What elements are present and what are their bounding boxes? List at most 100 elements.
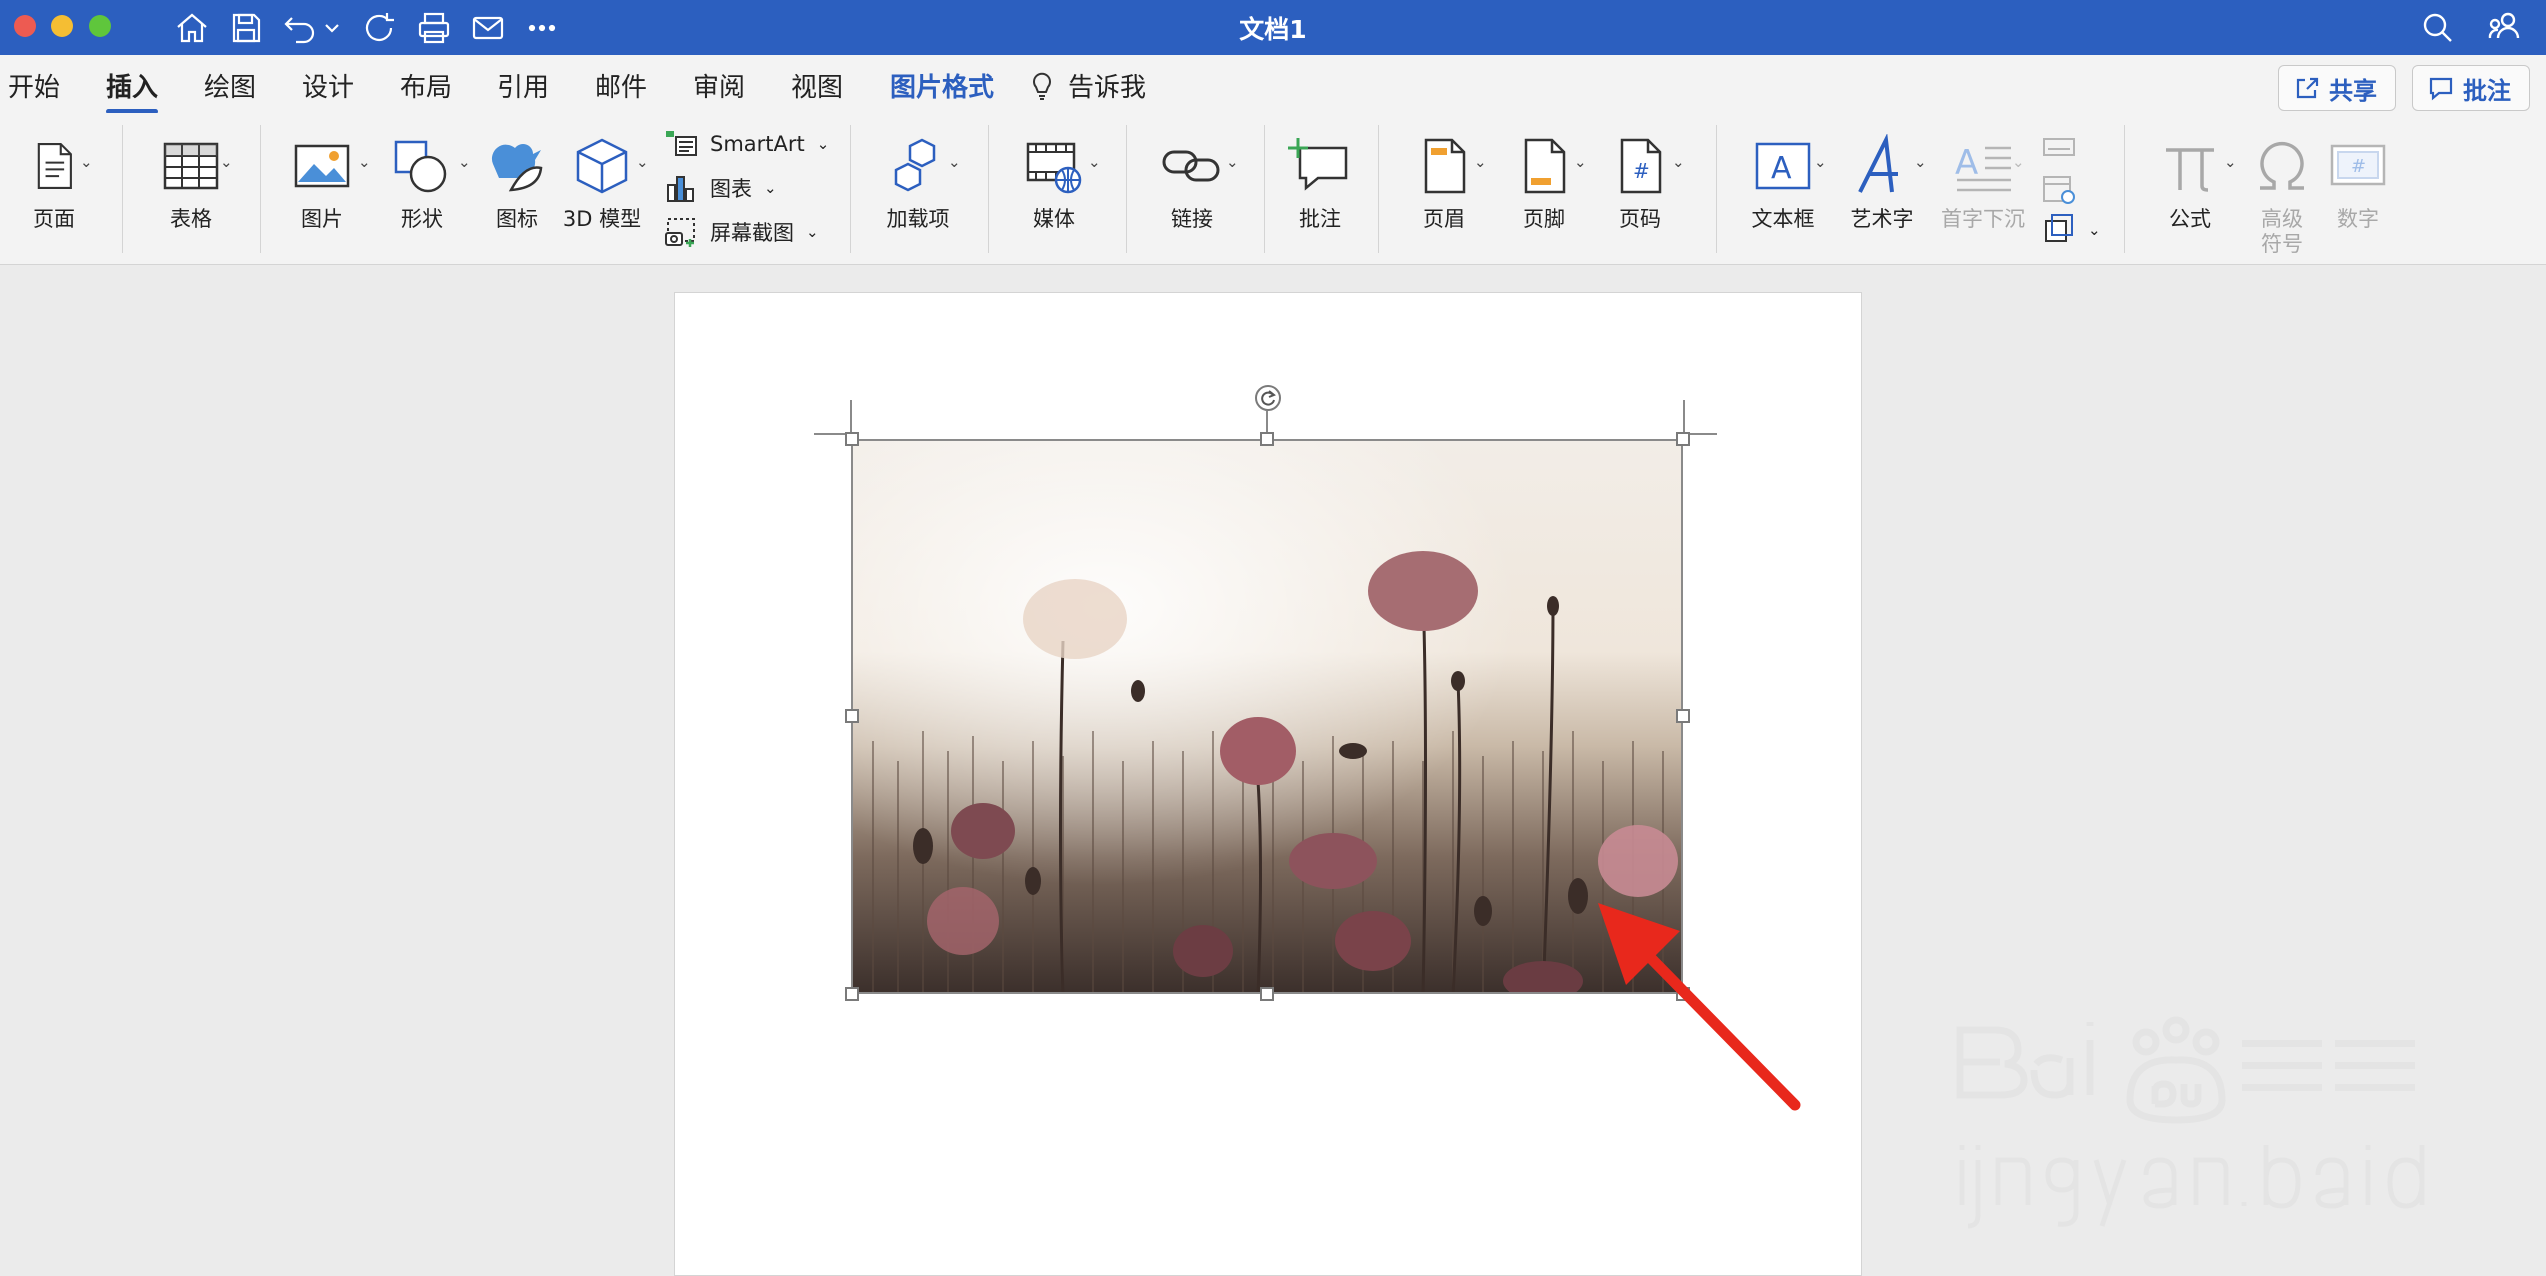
tab-view[interactable]: 视图: [791, 67, 843, 104]
date-time-icon[interactable]: [2042, 171, 2076, 209]
addins-icon: [894, 138, 936, 192]
equation-dropdown-chevron-icon[interactable]: ⌄: [2224, 153, 2237, 171]
picture-dropdown-chevron-icon[interactable]: ⌄: [358, 153, 371, 171]
ribbon-separator: [988, 125, 989, 253]
screenshot-dropdown-chevron-icon[interactable]: ⌄: [806, 223, 819, 241]
dropcap-dropdown-chevron-icon[interactable]: ⌄: [2012, 153, 2025, 171]
dropcap-label: 首字下沉: [1941, 207, 2025, 231]
dropcap-icon: A: [1955, 143, 2011, 192]
screenshot-button[interactable]: 屏幕截图 ⌄: [664, 215, 819, 249]
equation-button[interactable]: 公式: [2148, 131, 2232, 232]
shapes-dropdown-chevron-icon[interactable]: ⌄: [458, 153, 471, 171]
table-button[interactable]: 表格: [146, 131, 236, 232]
screenshot-icon: [665, 218, 695, 247]
header-dropdown-chevron-icon[interactable]: ⌄: [1474, 153, 1487, 171]
wordart-button[interactable]: 艺术字: [1840, 131, 1924, 232]
resize-handle-bottom[interactable]: [1260, 987, 1274, 1001]
tell-me-box[interactable]: 告诉我: [1030, 67, 1146, 104]
smartart-dropdown-chevron-icon[interactable]: ⌄: [817, 135, 830, 153]
tab-review[interactable]: 审阅: [693, 67, 745, 104]
shapes-label: 形状: [401, 207, 443, 231]
account-icon[interactable]: [2484, 8, 2524, 48]
tab-draw[interactable]: 绘图: [204, 67, 256, 104]
media-label: 媒体: [1033, 207, 1075, 231]
picture-label: 图片: [301, 207, 343, 231]
number-button[interactable]: # 数字: [2320, 131, 2396, 232]
tab-references[interactable]: 引用: [497, 67, 549, 104]
object-button[interactable]: ⌄: [2042, 213, 2101, 247]
smartart-button[interactable]: SmartArt ⌄: [664, 127, 829, 161]
red-arrow-annotation: [1598, 903, 1801, 1111]
picture-button[interactable]: 图片: [282, 131, 362, 232]
search-icon[interactable]: [2418, 8, 2458, 48]
table-icon: [163, 142, 219, 190]
addins-dropdown-chevron-icon[interactable]: ⌄: [948, 153, 961, 171]
advanced-symbol-line1: 高级: [2261, 207, 2303, 231]
page-number-button[interactable]: # 页码: [1600, 131, 1680, 232]
3d-model-button[interactable]: 3D 模型: [562, 131, 642, 232]
wordart-dropdown-chevron-icon[interactable]: ⌄: [1914, 153, 1927, 171]
new-comment-button[interactable]: 批注: [1284, 131, 1356, 232]
picture-icon: [294, 144, 350, 188]
shapes-button[interactable]: 形状: [382, 131, 462, 232]
media-button[interactable]: 媒体: [1012, 131, 1096, 232]
advanced-symbol-label: 高级 符号: [2261, 207, 2303, 257]
resize-handle-top-left[interactable]: [845, 432, 859, 446]
wordart-label: 艺术字: [1850, 207, 1914, 231]
icons-button[interactable]: 图标: [482, 131, 552, 232]
dropcap-button[interactable]: A 首字下沉: [1938, 131, 2028, 232]
footer-button[interactable]: 页脚: [1502, 131, 1586, 232]
chart-dropdown-chevron-icon[interactable]: ⌄: [764, 179, 777, 197]
link-dropdown-chevron-icon[interactable]: ⌄: [1226, 153, 1239, 171]
media-dropdown-chevron-icon[interactable]: ⌄: [1088, 153, 1101, 171]
textbox-dropdown-chevron-icon[interactable]: ⌄: [1814, 153, 1827, 171]
signature-line-icon[interactable]: [2042, 131, 2076, 169]
footer-dropdown-chevron-icon[interactable]: ⌄: [1574, 153, 1587, 171]
tab-layout[interactable]: 布局: [400, 67, 452, 104]
comment-bubble-icon: [2429, 77, 2453, 101]
tab-insert[interactable]: 插入: [106, 67, 159, 114]
tab-picture-format[interactable]: 图片格式: [890, 67, 994, 104]
resize-handle-left[interactable]: [845, 709, 859, 723]
textbox-button[interactable]: A 文本框: [1738, 131, 1828, 232]
footer-label: 页脚: [1523, 207, 1565, 231]
cube-icon: [576, 138, 628, 194]
link-button[interactable]: 链接: [1150, 131, 1234, 232]
page-number-icon: #: [1620, 138, 1662, 194]
ribbon-separator: [260, 125, 261, 253]
share-button[interactable]: 共享: [2278, 65, 2396, 111]
selected-picture[interactable]: [851, 439, 1683, 994]
tab-home[interactable]: 开始: [8, 67, 60, 104]
3d-model-label: 3D 模型: [562, 207, 642, 231]
header-button[interactable]: 页眉: [1402, 131, 1486, 232]
icons-gallery-icon: [491, 144, 543, 192]
3d-model-dropdown-chevron-icon[interactable]: ⌄: [636, 153, 649, 171]
chart-button[interactable]: 图表 ⌄: [664, 171, 777, 205]
table-dropdown-chevron-icon[interactable]: ⌄: [220, 153, 233, 171]
resize-handle-right[interactable]: [1676, 709, 1690, 723]
number-icon: #: [2330, 144, 2386, 186]
resize-handle-top[interactable]: [1260, 432, 1274, 446]
tab-design[interactable]: 设计: [302, 67, 354, 104]
svg-text:#: #: [1633, 159, 1650, 183]
resize-handle-top-right[interactable]: [1676, 432, 1690, 446]
object-icon: [2045, 214, 2073, 242]
header-label: 页眉: [1423, 207, 1465, 231]
object-dropdown-chevron-icon[interactable]: ⌄: [2088, 221, 2101, 239]
page-dropdown-chevron-icon[interactable]: ⌄: [80, 153, 93, 171]
page-button[interactable]: 页面: [14, 131, 94, 232]
tab-mailings[interactable]: 邮件: [595, 67, 647, 104]
advanced-symbol-button[interactable]: 高级 符号: [2246, 131, 2318, 257]
table-label: 表格: [170, 207, 212, 231]
page-label: 页面: [33, 207, 75, 231]
ribbon-separator: [1716, 125, 1717, 253]
screenshot-label: 屏幕截图: [710, 221, 794, 245]
page-number-dropdown-chevron-icon[interactable]: ⌄: [1672, 153, 1685, 171]
share-icon: [2296, 77, 2319, 99]
rotate-handle-icon[interactable]: [1255, 385, 1281, 411]
ribbon-separator: [1264, 125, 1265, 253]
resize-handle-bottom-left[interactable]: [845, 987, 859, 1001]
comments-button[interactable]: 批注: [2412, 65, 2530, 111]
chart-label: 图表: [710, 177, 752, 201]
addins-button[interactable]: 加载项: [876, 131, 960, 232]
